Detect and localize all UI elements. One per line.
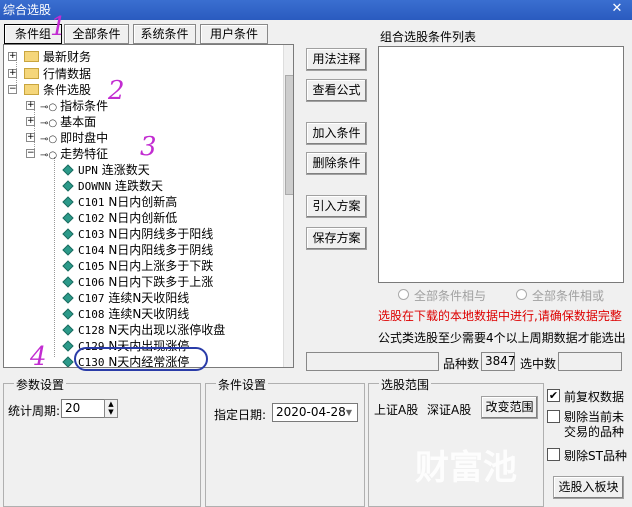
list-title: 组合选股条件列表 [380,30,477,44]
tab-system-conditions[interactable]: 系统条件 [133,24,196,44]
formula-icon [62,260,74,272]
tree-item-indicator[interactable]: + ⊸○ 指标条件 [26,98,108,114]
exclude-st-label: 剔除ST品种 [564,449,627,463]
window-title: 综合选股 [3,3,52,17]
expand-icon[interactable]: + [8,52,17,61]
formula-icon [62,228,74,240]
collapse-icon[interactable]: − [8,85,17,94]
key-icon: ⊸○ [40,150,58,161]
formula-icon [62,164,74,176]
tree-scrollbar[interactable] [283,45,293,367]
folder-icon [24,68,39,79]
range-sz: 深证A股 [427,403,472,417]
condition-group-title: 条件设置 [216,376,269,393]
date-label: 指定日期: [214,408,267,422]
tree-leaf[interactable]: C103 N日内阴线多于阳线 [62,226,213,242]
dropdown-arrow-icon[interactable]: ▼ [342,405,356,420]
and-radio-label: 全部条件相与 [414,289,487,303]
expand-icon[interactable]: + [26,117,35,126]
exclude-untraded-label-2: 交易的品种 [564,425,625,439]
watermark: 财富池 [415,448,517,488]
expand-icon[interactable]: + [8,69,17,78]
range-sh: 上证A股 [374,403,419,417]
period-stepper[interactable]: ▲ ▼ [104,399,118,418]
formula-icon [62,196,74,208]
collapse-icon[interactable]: − [26,149,35,158]
or-radio-label: 全部条件相或 [532,289,605,303]
formula-icon [62,324,74,336]
highlight-oval [74,347,208,371]
tree-item-condition-select[interactable]: − 条件选股 [8,82,91,98]
expand-icon[interactable]: + [26,133,35,142]
date-picker[interactable]: 2020-04-28 ▼ [272,403,358,422]
tree-item-intraday[interactable]: + ⊸○ 即时盘中 [26,130,108,146]
selected-label: 选中数 [520,357,557,371]
expand-icon[interactable]: + [26,101,35,110]
formula-icon [62,276,74,288]
tree-leaf[interactable]: C108 连续N天收阴线 [62,306,189,322]
tree-leaf[interactable]: C128 N天内出现以涨停收盘 [62,322,225,338]
condition-list[interactable] [378,46,624,283]
tree-leaf[interactable]: C102 N日内创新低 [62,210,177,226]
params-group-title: 参数设置 [14,376,67,393]
selected-value [558,352,622,371]
save-plan-button[interactable]: 保存方案 [306,227,367,250]
tree-leaf[interactable]: C107 连续N天收阳线 [62,290,189,306]
formula-icon [62,356,74,367]
and-radio[interactable] [398,289,409,300]
formula-note: 公式类选股至少需要4个以上周期数据才能选出 [378,331,626,345]
or-radio[interactable] [516,289,527,300]
period-label: 统计周期: [8,404,61,418]
tree-item-fundamental[interactable]: + ⊸○ 基本面 [26,114,96,130]
fq-checkbox[interactable]: ✔ [547,389,560,402]
period-input[interactable]: 20 [61,399,105,418]
formula-icon [62,292,74,304]
formula-icon [62,212,74,224]
formula-icon [62,180,74,192]
folder-icon [24,51,39,62]
progress-bar [306,352,439,371]
count-label: 品种数 [443,357,480,371]
tree-item-quotes[interactable]: + 行情数据 [8,66,91,82]
formula-icon [62,308,74,320]
tree-leaf[interactable]: DOWNN 连跌数天 [62,178,163,194]
range-group-title: 选股范围 [379,376,432,393]
tree-leaf[interactable]: C101 N日内创新高 [62,194,177,210]
tree-item-finance[interactable]: + 最新财务 [8,49,91,65]
fq-label: 前复权数据 [564,390,625,404]
annotation-4: 4 [30,342,47,372]
delete-condition-button[interactable]: 删除条件 [306,152,367,175]
tree-leaf[interactable]: UPN 连涨数天 [62,162,150,178]
tree-item-trend[interactable]: − ⊸○ 走势特征 [26,146,108,162]
annotation-3: 3 [140,132,157,162]
condition-tree[interactable]: + 最新财务 + 行情数据 − 条件选股 + ⊸○ 指标条件 + ⊸○ 基本面 + … [3,44,294,368]
exclude-st-checkbox[interactable] [547,448,560,461]
folder-icon [24,84,39,95]
tab-all-conditions[interactable]: 全部条件 [64,24,129,44]
tree-leaf[interactable]: C106 N日内下跌多于上涨 [62,274,213,290]
exclude-untraded-checkbox[interactable] [547,410,560,423]
scrollbar-thumb[interactable] [285,75,293,195]
close-icon[interactable]: ✕ [608,1,626,18]
usage-notes-button[interactable]: 用法注释 [306,48,367,71]
annotation-2: 2 [108,76,125,106]
tree-leaf[interactable]: C105 N日内上涨多于下跌 [62,258,213,274]
warning-text: 选股在下载的本地数据中进行,请确保数据完整 [378,309,622,323]
tree-leaf[interactable]: C104 N日内阳线多于阴线 [62,242,213,258]
formula-icon [62,340,74,352]
title-bar: 综合选股 ✕ [0,0,632,20]
formula-icon [62,244,74,256]
count-value: 3847 [481,352,516,371]
condition-group: 条件设置 [205,376,365,507]
change-range-button[interactable]: 改变范围 [481,396,538,419]
view-formula-button[interactable]: 查看公式 [306,79,367,102]
import-plan-button[interactable]: 引入方案 [306,195,367,218]
add-condition-button[interactable]: 加入条件 [306,122,367,145]
select-into-board-button[interactable]: 选股入板块 [553,476,624,499]
tab-user-conditions[interactable]: 用户条件 [200,24,268,44]
annotation-1: 1 [50,12,67,42]
